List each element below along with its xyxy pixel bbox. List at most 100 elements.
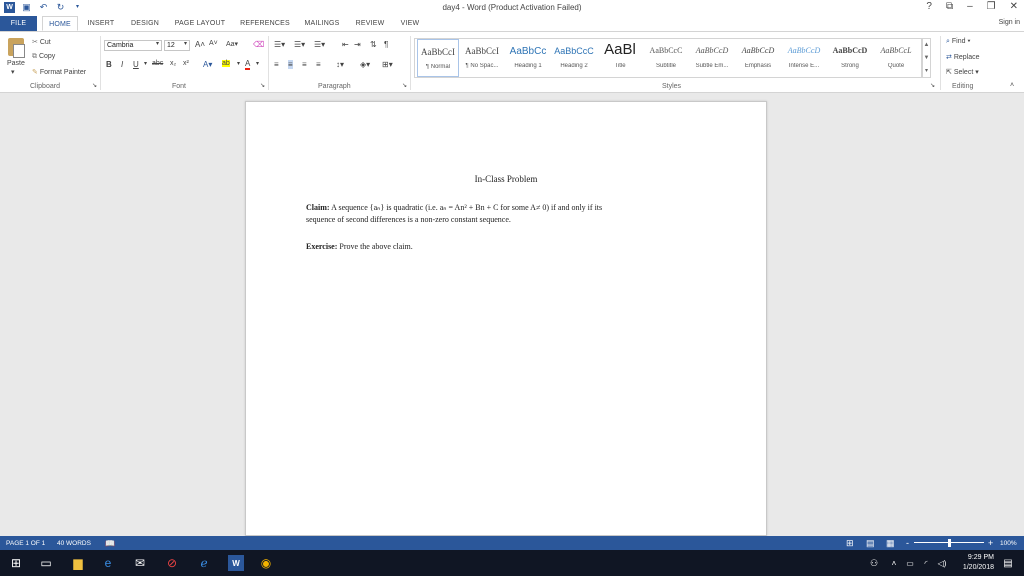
web-layout-icon[interactable]: ▦ — [886, 538, 895, 549]
volume-icon[interactable]: ◁) — [934, 555, 950, 571]
select-button[interactable]: ⇱ Select ▾ — [946, 68, 979, 76]
increase-indent-icon[interactable]: ⇥ — [354, 40, 361, 49]
mail-icon[interactable]: ✉ — [132, 555, 148, 571]
tab-references[interactable]: REFERENCES — [238, 16, 292, 31]
highlight-icon[interactable]: ab — [222, 60, 230, 67]
start-windows-icon[interactable]: ⊞ — [8, 555, 24, 571]
style-emphasis[interactable]: AaBbCcD Emphasis — [737, 39, 779, 77]
tab-design[interactable]: DESIGN — [126, 16, 164, 31]
cut-button[interactable]: ✂ Cut — [32, 38, 51, 46]
tab-file[interactable]: FILE — [0, 16, 37, 31]
minimize-icon[interactable]: – — [967, 1, 973, 12]
align-center-icon[interactable]: ≡ — [288, 60, 293, 69]
style-intense-emphasis[interactable]: AaBbCcD Intense E... — [783, 39, 825, 77]
strikethrough-icon[interactable]: abc — [152, 60, 163, 67]
style-quote[interactable]: AaBbCcL Quote — [875, 39, 917, 77]
font-color-icon[interactable]: A — [245, 60, 251, 70]
font-launcher-icon[interactable]: ↘ — [260, 82, 265, 89]
bold-icon[interactable]: B — [106, 60, 112, 69]
sort-icon[interactable]: ⇅ — [370, 40, 377, 49]
internet-explorer-icon[interactable]: ℯ — [196, 555, 212, 571]
format-painter-button[interactable]: ✎ Format Painter — [32, 68, 86, 76]
document-page[interactable]: In-Class Problem Claim: A sequence {aₙ} … — [245, 101, 767, 536]
multilevel-list-icon[interactable]: ☰▾ — [314, 40, 325, 49]
system-clock[interactable]: 9:29 PM 1/20/2018 — [963, 553, 994, 573]
line-spacing-icon[interactable]: ↕▾ — [336, 60, 344, 69]
font-color-dropdown-icon[interactable]: ▾ — [256, 60, 259, 67]
italic-icon[interactable]: I — [121, 60, 123, 69]
bullets-icon[interactable]: ☰▾ — [274, 40, 285, 49]
people-icon[interactable]: ⚇ — [866, 555, 882, 571]
tab-home[interactable]: HOME — [42, 16, 78, 31]
notifications-icon[interactable]: ▤ — [1000, 555, 1016, 571]
justify-icon[interactable]: ≡ — [316, 60, 321, 69]
clipboard-launcher-icon[interactable]: ↘ — [92, 82, 97, 89]
change-case-icon[interactable]: Aa▾ — [226, 40, 238, 48]
tab-view[interactable]: VIEW — [396, 16, 424, 31]
gallery-up-icon[interactable]: ▲ — [923, 39, 930, 52]
print-layout-icon[interactable]: ▤ — [866, 538, 875, 549]
shrink-font-icon[interactable]: A˅ — [209, 40, 218, 47]
replace-button[interactable]: ⇄ Replace — [946, 53, 980, 61]
file-explorer-icon[interactable]: ▆ — [70, 555, 86, 571]
align-right-icon[interactable]: ≡ — [302, 60, 307, 69]
style-strong[interactable]: AaBbCcD Strong — [829, 39, 871, 77]
close-icon[interactable]: ✕ — [1010, 1, 1018, 12]
show-formatting-icon[interactable]: ¶ — [384, 40, 388, 49]
subscript-icon[interactable]: x₂ — [170, 60, 176, 67]
read-mode-icon[interactable]: ⊞ — [846, 538, 854, 549]
edge-icon[interactable]: e — [100, 555, 116, 571]
decrease-indent-icon[interactable]: ⇤ — [342, 40, 349, 49]
styles-launcher-icon[interactable]: ↘ — [930, 82, 935, 89]
paste-dropdown-icon[interactable]: ▾ — [11, 68, 15, 76]
tab-insert[interactable]: INSERT — [84, 16, 118, 31]
style-heading-2[interactable]: AaBbCcC Heading 2 — [553, 39, 595, 77]
zoom-in-button[interactable]: + — [988, 538, 993, 548]
tray-overflow-icon[interactable]: ˄ — [886, 555, 902, 571]
zoom-slider-thumb[interactable] — [948, 539, 951, 547]
network-icon[interactable]: ▭ — [902, 555, 918, 571]
style-subtitle[interactable]: AaBbCcC Subtitle — [645, 39, 687, 77]
proofing-icon[interactable]: 📖 — [105, 539, 115, 548]
gallery-down-icon[interactable]: ▼ — [923, 52, 930, 65]
grow-font-icon[interactable]: A˄ — [195, 40, 205, 49]
shading-icon[interactable]: ◈▾ — [360, 60, 370, 69]
task-view-icon[interactable]: ▭ — [38, 555, 54, 571]
style-no-spacing[interactable]: AaBbCcI ¶ No Spac... — [461, 39, 503, 77]
paragraph-launcher-icon[interactable]: ↘ — [402, 82, 407, 89]
chrome-icon[interactable]: ◉ — [258, 555, 274, 571]
styles-gallery-scrollbar[interactable]: ▲ ▼ ▾ — [922, 38, 931, 78]
font-family-dropdown-icon[interactable]: ▾ — [156, 40, 159, 47]
help-icon[interactable]: ? — [926, 1, 932, 12]
wifi-icon[interactable]: ◜ — [918, 555, 934, 571]
zoom-level[interactable]: 100% — [1000, 540, 1017, 547]
tab-mailings[interactable]: MAILINGS — [300, 16, 344, 31]
style-subtle-emphasis[interactable]: AaBbCcD Subtle Em... — [691, 39, 733, 77]
style-heading-1[interactable]: AaBbCc Heading 1 — [507, 39, 549, 77]
sign-in-link[interactable]: Sign in — [999, 19, 1020, 26]
style-normal[interactable]: AaBbCcI ¶ Normal — [417, 39, 459, 77]
copy-button[interactable]: ⧉ Copy — [32, 53, 55, 61]
paste-button[interactable]: Paste — [7, 60, 25, 67]
underline-icon[interactable]: U — [133, 60, 139, 69]
tab-page-layout[interactable]: PAGE LAYOUT — [172, 16, 228, 31]
restore-icon[interactable]: ❐ — [987, 1, 996, 12]
borders-icon[interactable]: ⊞▾ — [382, 60, 393, 69]
paste-icon[interactable] — [8, 38, 25, 58]
collapse-ribbon-icon[interactable]: ˄ — [1010, 82, 1014, 89]
blocked-app-icon[interactable]: ⊘ — [164, 555, 180, 571]
tab-review[interactable]: REVIEW — [352, 16, 388, 31]
underline-dropdown-icon[interactable]: ▾ — [144, 60, 147, 67]
document-area[interactable]: In-Class Problem Claim: A sequence {aₙ} … — [0, 93, 1024, 536]
find-button[interactable]: ⌕ Find ▾ — [946, 38, 970, 46]
font-size-dropdown-icon[interactable]: ▾ — [184, 40, 187, 47]
word-taskbar-icon[interactable]: W — [228, 555, 244, 571]
gallery-more-icon[interactable]: ▾ — [923, 65, 930, 78]
ribbon-display-icon[interactable]: ⧉ — [946, 1, 953, 12]
page-count[interactable]: PAGE 1 OF 1 — [6, 540, 45, 547]
numbering-icon[interactable]: ☰▾ — [294, 40, 305, 49]
clear-formatting-icon[interactable]: ⌫ — [253, 40, 264, 49]
text-effects-icon[interactable]: A▾ — [203, 60, 212, 69]
zoom-out-button[interactable]: - — [906, 538, 909, 548]
font-family-input[interactable]: Cambria — [104, 40, 162, 51]
